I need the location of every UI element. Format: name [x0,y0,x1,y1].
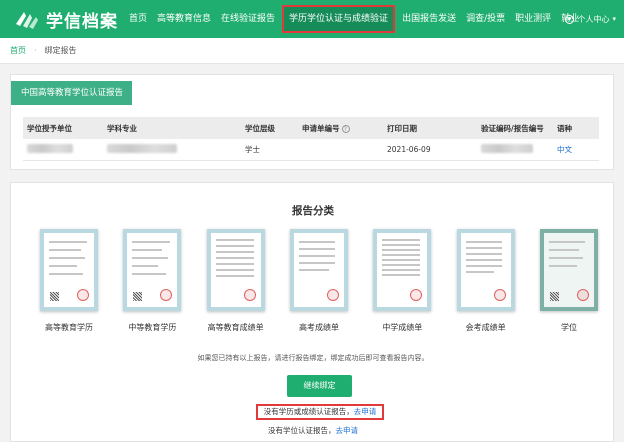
cell-institution [23,144,107,155]
help-icon[interactable]: ? [341,124,350,133]
report-types: 高等教育学历 中等教育学历 高等教育成绩单 高考成绩单 中学成绩单 会考成绩单 … [39,229,599,333]
table-row: 学士 2021-06-09 中文 [23,139,599,161]
user-menu-label: 个人中心 [577,14,610,24]
apply-education-link[interactable]: 去申请 [354,407,377,416]
transcript-image [289,229,348,311]
nav-item-home[interactable]: 首页 [124,0,152,38]
column-header: 验证编码/报告编号 [481,123,544,133]
apply-degree-report: 没有学位认证报告，去申请 [11,425,615,436]
report-type-item[interactable]: 高等教育学历 [39,229,99,333]
nav-item-career-test[interactable]: 职业测评 [510,0,556,38]
apply-degree-link[interactable]: 去申请 [336,426,359,435]
report-type-item[interactable]: 高考成绩单 [289,229,349,333]
report-type-label: 会考成绩单 [465,323,506,332]
nav-item-degree-certification[interactable]: 学历学位认证与成绩验证 [282,5,396,33]
report-table: 学位授予单位 学科专业 学位层级 申请单编号? 打印日期 验证编码/报告编号 语… [23,117,599,161]
report-card: 中国高等教育学位认证报告 学位授予单位 学科专业 学位层级 申请单编号? 打印日… [10,74,614,170]
cell-level: 学士 [245,145,260,154]
section-title: 报告分类 [292,205,334,217]
cell-major [107,144,245,155]
apply-education-text: 没有学历或成绩认证报告， [263,407,354,416]
breadcrumb-home[interactable]: 首页 [10,45,26,56]
report-type-item[interactable]: 学位 [539,229,599,333]
page: 学信档案 首页 高等教育信息 在线验证报告 学历学位认证与成绩验证 出国报告发送… [0,0,624,442]
redacted-text [27,144,73,153]
breadcrumb: 首页 · 绑定报告 [0,38,624,64]
apply-education-report: 没有学历或成绩认证报告，去申请 [256,404,384,420]
report-type-item[interactable]: 中等教育学历 [122,229,182,333]
chevron-down-icon: ▾ [612,15,616,23]
column-header: 打印日期 [387,123,417,133]
logo-text: 学信档案 [46,11,118,32]
nav-menu: 首页 高等教育信息 在线验证报告 学历学位认证与成绩验证 出国报告发送 调查/投… [124,0,584,38]
degree-certificate-image [539,229,598,311]
column-header: 学位授予单位 [27,123,72,133]
table-header: 学位授予单位 学科专业 学位层级 申请单编号? 打印日期 验证编码/报告编号 语… [23,117,599,139]
user-menu[interactable]: 个人中心 ▾ [565,0,616,38]
column-header-application: 申请单编号? [302,123,387,134]
top-nav: 学信档案 首页 高等教育信息 在线验证报告 学历学位认证与成绩验证 出国报告发送… [0,0,624,38]
classification-card: 报告分类 高等教育学历 中等教育学历 高等教育成绩单 高考成绩单 中学成绩单 会… [10,182,614,442]
breadcrumb-current: 绑定报告 [44,46,77,55]
report-type-label: 中等教育学历 [128,323,177,332]
transcript-image [373,229,432,311]
redacted-text [481,144,533,153]
report-type-item[interactable]: 中学成绩单 [372,229,432,333]
report-type-item[interactable]: 会考成绩单 [456,229,516,333]
report-type-label: 中学成绩单 [382,323,423,332]
certificate-image [40,229,98,311]
report-title: 中国高等教育学位认证报告 [11,81,132,105]
nav-item-online-verification[interactable]: 在线验证报告 [216,0,280,38]
column-header: 语种 [557,123,572,133]
transcript-image [206,229,265,311]
breadcrumb-separator: · [34,46,37,55]
redacted-text [107,144,177,153]
user-icon [565,14,575,24]
cell-language-link[interactable]: 中文 [557,144,597,155]
apply-degree-text: 没有学位认证报告， [268,426,336,435]
report-type-label: 高考成绩单 [298,323,339,332]
certificate-image [123,229,182,311]
report-type-label: 高等教育学历 [45,323,93,332]
nav-item-higher-education[interactable]: 高等教育信息 [152,0,216,38]
logo-icon [14,8,40,30]
transcript-image [456,229,515,311]
cell-verify-code [481,144,557,155]
column-header: 学科专业 [107,123,137,133]
report-type-label: 高等教育成绩单 [207,323,264,332]
continue-bind-button[interactable]: 继续绑定 [287,375,352,397]
logo[interactable]: 学信档案 [14,7,124,32]
column-header: 申请单编号 [302,123,340,133]
nav-item-survey[interactable]: 调查/投票 [461,0,510,38]
cell-print-date: 2021-06-09 [387,145,431,154]
report-type-item[interactable]: 高等教育成绩单 [206,229,266,333]
report-type-label: 学位 [560,323,577,332]
column-header: 学位层级 [245,123,275,133]
nav-item-overseas-report[interactable]: 出国报告发送 [397,0,461,38]
bind-hint-text: 如果您已持有以上报告，请进行报告绑定，绑定成功后即可查看报告内容。 [197,354,429,362]
